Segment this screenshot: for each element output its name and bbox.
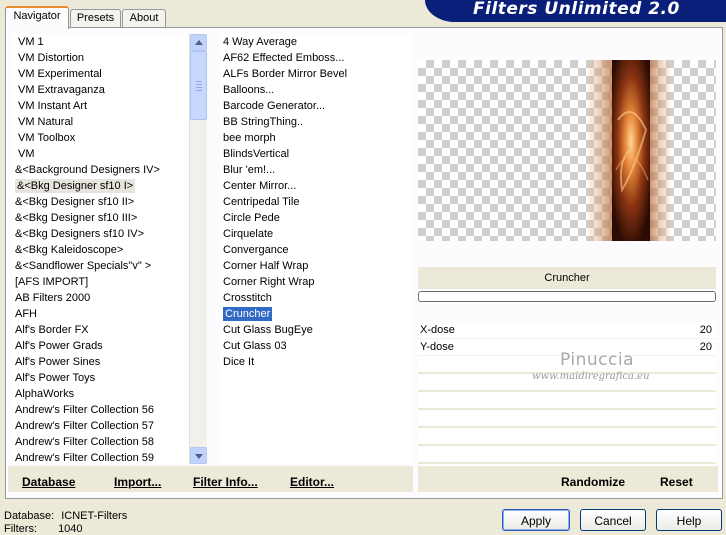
filter-item[interactable]: AF62 Effected Emboss... xyxy=(221,50,412,66)
banner: Filters Unlimited 2.0 xyxy=(425,0,726,22)
filter-item[interactable]: Convergance xyxy=(221,242,412,258)
scroll-thumb[interactable] xyxy=(190,51,207,120)
category-item[interactable]: &<Bkg Designer sf10 I> xyxy=(13,178,189,194)
filter-item-selected[interactable]: Cruncher xyxy=(223,307,273,321)
category-item[interactable]: VM 1 xyxy=(13,34,189,50)
status-filters-value: 1040 xyxy=(58,523,83,535)
param-row-x-dose[interactable]: X-dose 20 xyxy=(418,322,716,339)
category-item[interactable]: &<Bkg Designers sf10 IV> xyxy=(13,226,189,242)
param-value[interactable]: 20 xyxy=(700,324,712,336)
tab-presets[interactable]: Presets xyxy=(70,9,121,27)
filter-item[interactable]: ALFs Border Mirror Bevel xyxy=(221,66,412,82)
reset-button[interactable]: Reset xyxy=(660,475,693,489)
progress-bar xyxy=(418,291,716,302)
filter-item[interactable]: Circle Pede xyxy=(221,210,412,226)
cancel-button[interactable]: Cancel xyxy=(580,509,646,531)
filter-item[interactable]: 4 Way Average xyxy=(221,34,412,50)
category-item[interactable]: VM Extravaganza xyxy=(13,82,189,98)
banner-title: Filters Unlimited 2.0 xyxy=(473,0,680,19)
filter-item[interactable]: Blur 'em!... xyxy=(221,162,412,178)
category-item[interactable]: VM Natural xyxy=(13,114,189,130)
category-item[interactable]: [AFS IMPORT] xyxy=(13,274,189,290)
scroll-down-button[interactable] xyxy=(190,447,207,464)
filter-item[interactable]: BlindsVertical xyxy=(221,146,412,162)
category-item[interactable]: AFH xyxy=(13,306,189,322)
category-item[interactable]: Andrew's Filter Collection 57 xyxy=(13,418,189,434)
filter-item[interactable]: BB StringThing.. xyxy=(221,114,412,130)
category-item[interactable]: &<Bkg Designer sf10 III> xyxy=(13,210,189,226)
status-database-label: Database: xyxy=(4,510,55,522)
filter-item[interactable]: Cirquelate xyxy=(221,226,412,242)
category-item[interactable]: Alf's Power Grads xyxy=(13,338,189,354)
category-list[interactable]: VM 1 VM Distortion VM Experimental VM Extra… xyxy=(13,34,189,464)
scroll-up-button[interactable] xyxy=(190,34,207,51)
category-item[interactable]: &<Bkg Designer sf10 II> xyxy=(13,194,189,210)
param-label: X-dose xyxy=(420,324,455,336)
arrow-up-icon xyxy=(195,40,203,45)
category-item[interactable]: Alf's Power Sines xyxy=(13,354,189,370)
help-button[interactable]: Help xyxy=(656,509,722,531)
category-item[interactable]: &<Sandflower Specials"v" > xyxy=(13,258,189,274)
apply-button[interactable]: Apply xyxy=(502,509,570,531)
category-scrollbar[interactable] xyxy=(189,34,207,464)
filter-item[interactable]: Cruncher xyxy=(221,306,412,322)
empty-param-row xyxy=(418,392,716,410)
preview-area xyxy=(418,60,716,241)
category-item[interactable]: Alf's Power Toys xyxy=(13,370,189,386)
filter-item[interactable]: Cut Glass BugEye xyxy=(221,322,412,338)
grip-line xyxy=(196,84,202,85)
grip-line xyxy=(196,90,202,91)
filter-item[interactable]: Dice It xyxy=(221,354,412,370)
empty-param-row xyxy=(418,410,716,428)
category-item[interactable]: Andrew's Filter Collection 56 xyxy=(13,402,189,418)
category-item[interactable]: VM Instant Art xyxy=(13,98,189,114)
editor-button[interactable]: Editor... xyxy=(290,475,334,489)
status-filters: Filters: 1040 xyxy=(4,523,83,535)
param-value[interactable]: 20 xyxy=(700,341,712,353)
filter-item[interactable]: Cut Glass 03 xyxy=(221,338,412,354)
grip-line xyxy=(196,81,202,82)
category-item[interactable]: Alf's Border FX xyxy=(13,322,189,338)
category-item[interactable]: VM Experimental xyxy=(13,66,189,82)
parameter-list: X-dose 20 Y-dose 20 xyxy=(418,322,716,482)
status-filters-label: Filters: xyxy=(4,523,37,535)
filter-item[interactable]: Crosstitch xyxy=(221,290,412,306)
category-item-selected[interactable]: &<Bkg Designer sf10 I> xyxy=(15,179,136,193)
filter-item[interactable]: bee morph xyxy=(221,130,412,146)
tab-navigator[interactable]: Navigator xyxy=(5,6,69,29)
category-item[interactable]: VM Toolbox xyxy=(13,130,189,146)
filter-item[interactable]: Balloons... xyxy=(221,82,412,98)
filter-item[interactable]: Centripedal Tile xyxy=(221,194,412,210)
category-item[interactable]: AB Filters 2000 xyxy=(13,290,189,306)
import-button[interactable]: Import... xyxy=(114,475,161,489)
filter-info-button[interactable]: Filter Info... xyxy=(193,475,258,489)
arrow-down-icon xyxy=(195,454,203,459)
database-button[interactable]: Database xyxy=(22,475,75,489)
category-item[interactable]: Andrew's Filter Collection 59 xyxy=(13,450,189,464)
filter-item[interactable]: Corner Right Wrap xyxy=(221,274,412,290)
randomize-button[interactable]: Randomize xyxy=(561,475,625,489)
empty-param-row xyxy=(418,428,716,446)
filter-item[interactable]: Corner Half Wrap xyxy=(221,258,412,274)
watermark-site: www.maidiregrafica.eu xyxy=(532,371,650,382)
category-item[interactable]: VM Distortion xyxy=(13,50,189,66)
category-item[interactable]: Andrew's Filter Collection 58 xyxy=(13,434,189,450)
watermark-name: Pinuccia xyxy=(560,350,634,370)
preview-image xyxy=(588,60,670,241)
tab-about[interactable]: About xyxy=(122,9,166,27)
selected-filter-name: Cruncher xyxy=(418,267,716,289)
category-item[interactable]: &<Bkg Kaleidoscope> xyxy=(13,242,189,258)
filter-list[interactable]: 4 Way Average AF62 Effected Emboss... ALFs… xyxy=(221,34,412,464)
empty-param-row xyxy=(418,446,716,464)
category-item[interactable]: VM xyxy=(13,146,189,162)
status-database-value: ICNET-Filters xyxy=(61,510,128,522)
category-item[interactable]: &<Background Designers IV> xyxy=(13,162,189,178)
param-label: Y-dose xyxy=(420,341,454,353)
category-item[interactable]: AlphaWorks xyxy=(13,386,189,402)
status-database: Database: ICNET-Filters xyxy=(4,510,127,522)
filter-item[interactable]: Center Mirror... xyxy=(221,178,412,194)
grip-line xyxy=(196,87,202,88)
filter-item[interactable]: Barcode Generator... xyxy=(221,98,412,114)
